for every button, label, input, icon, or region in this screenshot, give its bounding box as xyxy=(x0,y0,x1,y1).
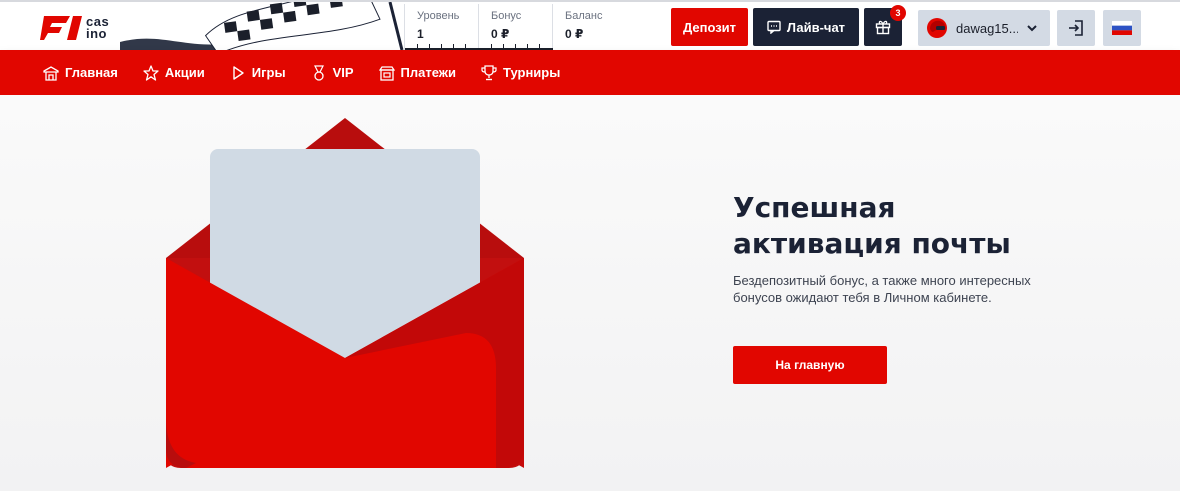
chevron-down-icon xyxy=(1027,25,1037,32)
user-menu[interactable]: dawag15... xyxy=(918,10,1050,46)
stat-label: Уровень xyxy=(417,10,460,22)
live-chat-label: Лайв-чат xyxy=(786,19,846,35)
vip-award-icon xyxy=(313,64,324,81)
nav-item-promotions[interactable]: Акции xyxy=(143,64,205,81)
home-icon xyxy=(43,65,59,81)
stat-level: Уровень 1 xyxy=(405,4,479,50)
nav-item-payments[interactable]: Платежи xyxy=(378,65,456,81)
helmet-avatar-icon xyxy=(927,18,947,38)
username: dawag15... xyxy=(956,20,1018,36)
page-description: Бездепозитный бонус, а также много интер… xyxy=(733,273,1031,305)
logout-icon xyxy=(1069,20,1083,36)
open-envelope-illustration xyxy=(166,118,524,468)
nav-label: Игры xyxy=(251,65,286,80)
nav-item-tournaments[interactable]: Турниры xyxy=(481,64,561,81)
gift-icon xyxy=(875,20,891,35)
nav-item-games[interactable]: Игры xyxy=(230,65,286,81)
f1-logo-icon xyxy=(40,16,82,40)
nav-label: Акции xyxy=(164,65,205,80)
stat-value: 1 xyxy=(417,27,424,41)
logo-text: cas ino xyxy=(86,14,110,41)
stat-label: Бонус xyxy=(491,10,522,22)
stat-value: 0 ₽ xyxy=(565,27,584,41)
nav-label: Платежи xyxy=(400,65,456,80)
nav-label: Главная xyxy=(65,65,118,80)
logo[interactable]: cas ino xyxy=(40,12,120,44)
stat-balance: Баланс 0 ₽ xyxy=(553,4,633,50)
go-home-button[interactable]: На главную xyxy=(733,346,887,384)
checkered-flag-decoration xyxy=(120,2,404,50)
chat-icon xyxy=(767,20,781,34)
account-stats: Уровень 1 Бонус 0 ₽ Баланс 0 ₽ xyxy=(404,4,633,50)
stat-bonus: Бонус 0 ₽ xyxy=(479,4,553,50)
play-icon xyxy=(233,65,244,80)
stat-value: 0 ₽ xyxy=(491,27,510,41)
trophy-icon xyxy=(481,64,497,80)
main-navigation: Главная Акции Игры VIP Платежи Турниры xyxy=(0,50,1180,95)
nav-label: VIP xyxy=(332,65,354,80)
payments-icon xyxy=(378,65,395,81)
logout-button[interactable] xyxy=(1057,10,1095,46)
nav-item-vip[interactable]: VIP xyxy=(311,64,354,81)
language-button[interactable] xyxy=(1103,10,1141,46)
stat-label: Баланс xyxy=(565,10,603,22)
russia-flag-icon xyxy=(1112,21,1132,35)
live-chat-button[interactable]: Лайв-чат xyxy=(753,8,859,46)
page-title: Успешная активация почты xyxy=(733,191,1011,260)
nav-label: Турниры xyxy=(503,65,561,80)
header: cas ino Уровень 1 Бонус 0 ₽ Баланс 0 ₽ Д… xyxy=(0,0,1180,50)
star-icon xyxy=(143,64,159,81)
nav-item-home[interactable]: Главная xyxy=(43,65,118,81)
deposit-button[interactable]: Депозит xyxy=(671,8,748,46)
gift-count-badge: 3 xyxy=(890,5,906,21)
